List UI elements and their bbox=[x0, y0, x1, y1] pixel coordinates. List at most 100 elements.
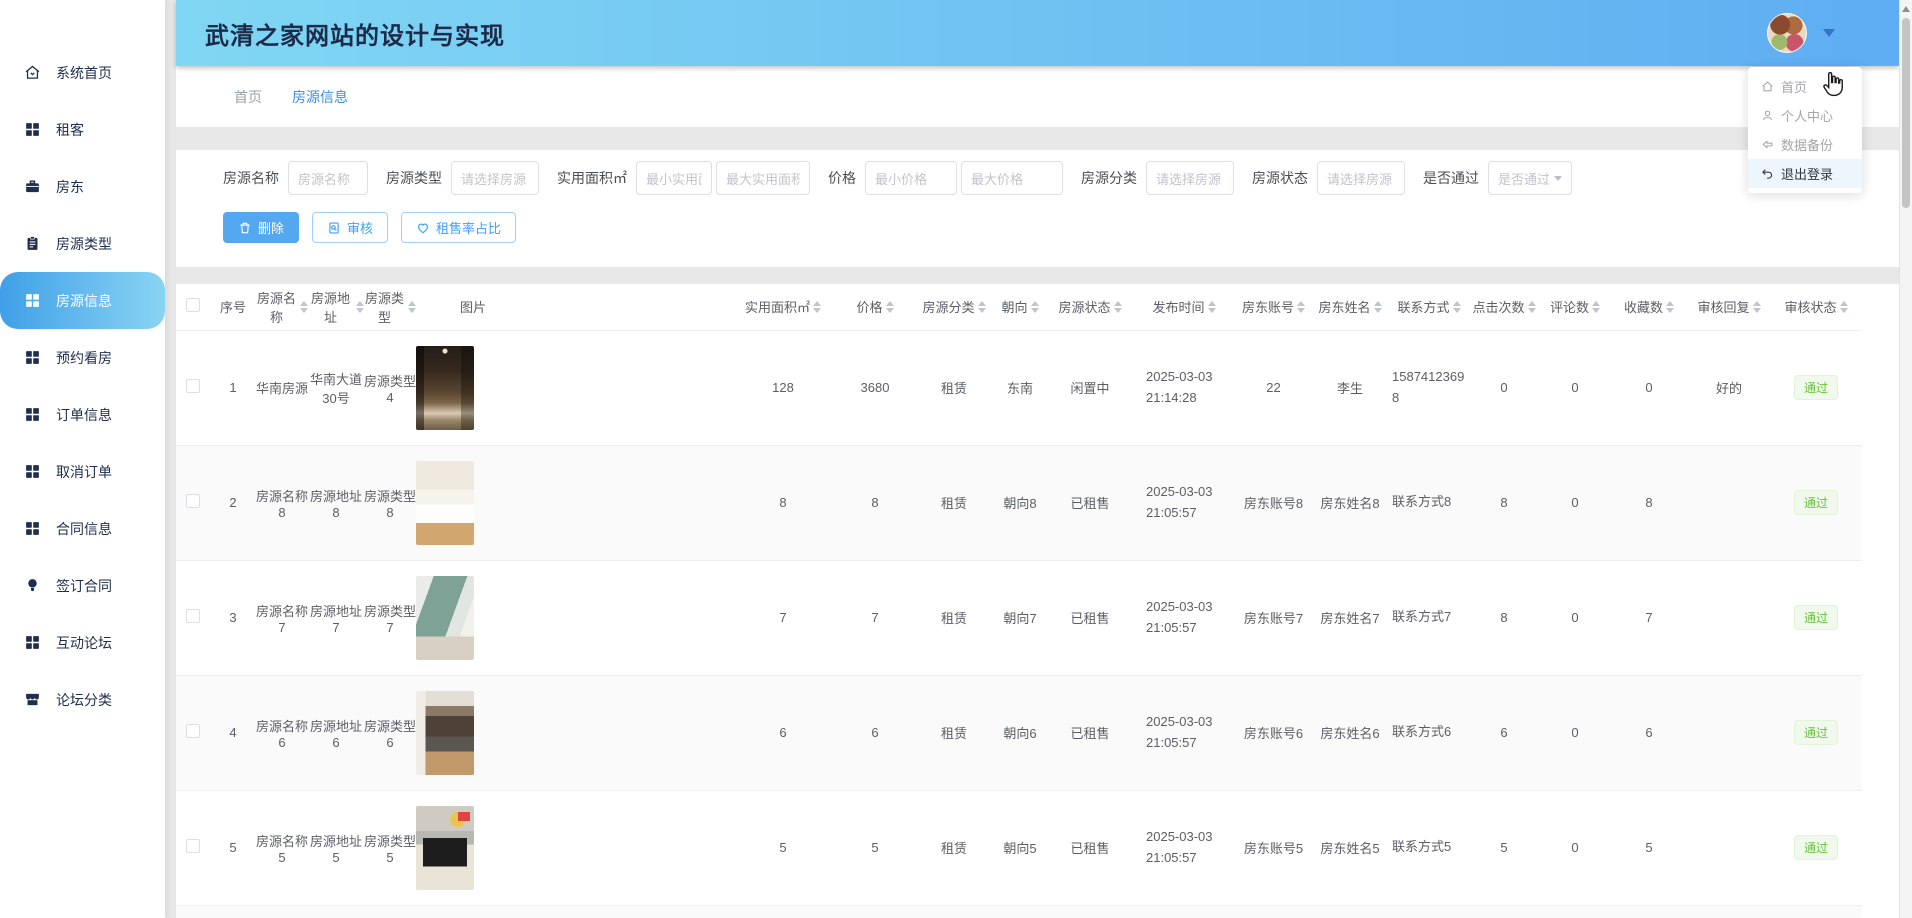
sidebar-item-order-info[interactable]: 订单信息 bbox=[0, 386, 165, 443]
row-checkbox[interactable] bbox=[186, 609, 200, 623]
menu-item-logout[interactable]: 退出登录 bbox=[1748, 159, 1862, 188]
row-checkbox[interactable] bbox=[186, 724, 200, 738]
sort-desc-icon[interactable] bbox=[1374, 308, 1382, 313]
sort-asc-icon[interactable] bbox=[1208, 301, 1216, 306]
row-checkbox[interactable] bbox=[186, 379, 200, 393]
sort-desc-icon[interactable] bbox=[1297, 308, 1305, 313]
sort-asc-icon[interactable] bbox=[1528, 301, 1536, 306]
sort-asc-icon[interactable] bbox=[1840, 301, 1848, 306]
filter-input[interactable]: 最小价格 bbox=[865, 161, 957, 195]
filter-select[interactable]: 请选择房源 bbox=[451, 161, 539, 195]
sort-icon[interactable] bbox=[1840, 301, 1848, 313]
cell-type: 房源类型6 bbox=[364, 675, 416, 790]
sidebar-item-cancel-order[interactable]: 取消订单 bbox=[0, 443, 165, 500]
sort-icon[interactable] bbox=[1114, 301, 1122, 313]
audit-button[interactable]: 审核 bbox=[312, 212, 388, 243]
sort-asc-icon[interactable] bbox=[1592, 301, 1600, 306]
cell-contact: 联系方式8 bbox=[1390, 445, 1468, 560]
sort-asc-icon[interactable] bbox=[1114, 301, 1122, 306]
row-checkbox[interactable] bbox=[186, 494, 200, 508]
sort-asc-icon[interactable] bbox=[1297, 301, 1305, 306]
sidebar-item-house-type[interactable]: 房源类型 bbox=[0, 215, 165, 272]
sort-icon[interactable] bbox=[408, 301, 416, 313]
sort-asc-icon[interactable] bbox=[300, 301, 308, 306]
sort-asc-icon[interactable] bbox=[886, 301, 894, 306]
menu-item-profile[interactable]: 个人中心 bbox=[1748, 101, 1862, 130]
ratio-button[interactable]: 租售率占比 bbox=[401, 212, 516, 243]
sort-asc-icon[interactable] bbox=[1031, 301, 1039, 306]
chevron-down-icon[interactable] bbox=[1823, 29, 1835, 37]
sort-asc-icon[interactable] bbox=[813, 301, 821, 306]
grid-icon bbox=[24, 292, 41, 309]
sort-icon[interactable] bbox=[1528, 301, 1536, 313]
sort-asc-icon[interactable] bbox=[356, 301, 364, 306]
sort-desc-icon[interactable] bbox=[300, 308, 308, 313]
sort-desc-icon[interactable] bbox=[1453, 308, 1461, 313]
sort-icon[interactable] bbox=[1753, 301, 1761, 313]
sort-desc-icon[interactable] bbox=[1528, 308, 1536, 313]
sort-icon[interactable] bbox=[1031, 301, 1039, 313]
sort-icon[interactable] bbox=[813, 301, 821, 313]
sort-desc-icon[interactable] bbox=[1208, 308, 1216, 313]
sort-asc-icon[interactable] bbox=[1753, 301, 1761, 306]
sidebar-item-system-home[interactable]: 系统首页 bbox=[0, 44, 165, 101]
status-badge: 通过 bbox=[1794, 490, 1838, 515]
sidebar-item-viewing[interactable]: 预约看房 bbox=[0, 329, 165, 386]
sort-icon[interactable] bbox=[1666, 301, 1674, 313]
filter-input[interactable]: 最大价格 bbox=[961, 161, 1063, 195]
sort-icon[interactable] bbox=[1374, 301, 1382, 313]
sidebar-item-forum-category[interactable]: 论坛分类 bbox=[0, 671, 165, 728]
filter-select[interactable]: 是否通过 bbox=[1488, 161, 1572, 195]
sort-icon[interactable] bbox=[1592, 301, 1600, 313]
sort-icon[interactable] bbox=[1208, 301, 1216, 313]
filter-select[interactable]: 请选择房源 bbox=[1146, 161, 1234, 195]
sort-icon[interactable] bbox=[1453, 301, 1461, 313]
sort-asc-icon[interactable] bbox=[1453, 301, 1461, 306]
sort-desc-icon[interactable] bbox=[886, 308, 894, 313]
sidebar-item-forum[interactable]: 互动论坛 bbox=[0, 614, 165, 671]
sort-desc-icon[interactable] bbox=[1753, 308, 1761, 313]
sidebar-item-tenant[interactable]: 租客 bbox=[0, 101, 165, 158]
placeholder-text: 房源名称 bbox=[298, 169, 358, 188]
vertical-scrollbar[interactable] bbox=[1899, 0, 1912, 918]
sort-desc-icon[interactable] bbox=[1840, 308, 1848, 313]
sort-asc-icon[interactable] bbox=[1374, 301, 1382, 306]
sidebar-item-landlord[interactable]: 房东 bbox=[0, 158, 165, 215]
select-all-checkbox[interactable] bbox=[186, 298, 200, 312]
filter-input[interactable]: 最小实用面积 bbox=[636, 161, 712, 195]
sort-icon[interactable] bbox=[300, 301, 308, 313]
sort-desc-icon[interactable] bbox=[1031, 308, 1039, 313]
cell-favorites: 7 bbox=[1610, 560, 1688, 675]
sort-asc-icon[interactable] bbox=[1666, 301, 1674, 306]
sort-desc-icon[interactable] bbox=[1592, 308, 1600, 313]
sort-asc-icon[interactable] bbox=[408, 301, 416, 306]
sort-desc-icon[interactable] bbox=[1666, 308, 1674, 313]
sidebar-item-sign-contract[interactable]: 签订合同 bbox=[0, 557, 165, 614]
filter-select[interactable]: 请选择房源 bbox=[1317, 161, 1405, 195]
breadcrumb-item[interactable]: 房源信息 bbox=[292, 87, 348, 107]
menu-item-backup[interactable]: 数据备份 bbox=[1748, 130, 1862, 159]
sort-desc-icon[interactable] bbox=[1114, 308, 1122, 313]
scrollbar-thumb[interactable] bbox=[1902, 18, 1910, 208]
cell-comments: 0 bbox=[1540, 330, 1610, 445]
sort-asc-icon[interactable] bbox=[978, 301, 986, 306]
sidebar-item-house-info[interactable]: 房源信息 bbox=[0, 272, 165, 329]
sort-icon[interactable] bbox=[356, 301, 364, 313]
sidebar-item-contract-info[interactable]: 合同信息 bbox=[0, 500, 165, 557]
cell-landlord_name: 房东姓名7 bbox=[1310, 560, 1390, 675]
sort-icon[interactable] bbox=[1297, 301, 1305, 313]
sort-icon[interactable] bbox=[978, 301, 986, 313]
sort-icon[interactable] bbox=[886, 301, 894, 313]
sort-desc-icon[interactable] bbox=[408, 308, 416, 313]
scrollbar-up-arrow-icon[interactable] bbox=[1902, 6, 1910, 12]
row-checkbox[interactable] bbox=[186, 839, 200, 853]
filter-input[interactable]: 房源名称 bbox=[288, 161, 368, 195]
delete-button[interactable]: 删除 bbox=[223, 212, 299, 243]
user-avatar[interactable] bbox=[1767, 13, 1807, 53]
filter-input[interactable]: 最大实用面积㎡ bbox=[716, 161, 810, 195]
sort-desc-icon[interactable] bbox=[356, 308, 364, 313]
grid-icon bbox=[24, 121, 41, 138]
sort-desc-icon[interactable] bbox=[813, 308, 821, 313]
breadcrumb-item[interactable]: 首页 bbox=[234, 87, 262, 107]
sort-desc-icon[interactable] bbox=[978, 308, 986, 313]
